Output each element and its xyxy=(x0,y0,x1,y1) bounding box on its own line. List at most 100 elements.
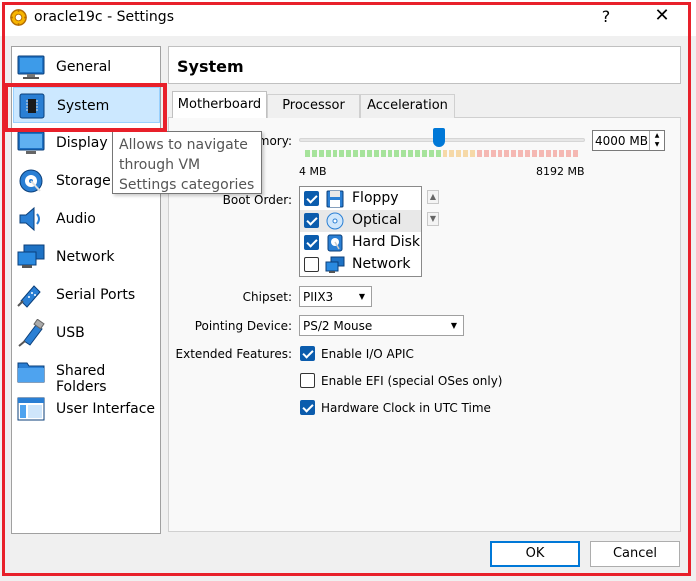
audio-icon xyxy=(19,206,40,232)
sidebar-item-label: System xyxy=(57,98,110,114)
category-tooltip: Allows to navigate through VM Settings c… xyxy=(112,131,262,194)
memory-scale-segment xyxy=(394,150,400,157)
window-title: oracle19c - Settings xyxy=(34,9,174,25)
memory-scale-segment xyxy=(552,150,558,157)
memory-scale-segment xyxy=(421,150,427,157)
memory-scale-segment xyxy=(380,150,386,157)
hard-disk-icon xyxy=(327,234,343,252)
display-icon xyxy=(17,131,45,154)
storage-icon xyxy=(19,169,43,193)
memory-scale-segment xyxy=(497,150,503,157)
network-icon xyxy=(325,256,345,273)
memory-scale-segment xyxy=(318,150,324,157)
enable-io-apic-checkbox[interactable] xyxy=(300,346,315,361)
boot-item-checkbox[interactable] xyxy=(304,213,319,228)
memory-scale-segment xyxy=(511,150,517,157)
memory-scale-segment xyxy=(401,150,407,157)
memory-scale-segment xyxy=(538,150,544,157)
chipset-label: Chipset: xyxy=(242,290,292,304)
tab-processor[interactable]: Processor xyxy=(267,94,360,118)
memory-scale-segment xyxy=(470,150,475,157)
sidebar-item-label: Serial Ports xyxy=(56,287,136,303)
sidebar-item-label: Storage xyxy=(56,173,111,189)
sidebar-item-user-interface[interactable]: User Interface xyxy=(13,391,160,427)
ok-button[interactable]: OK xyxy=(490,541,580,567)
close-button[interactable]: ✕ xyxy=(652,5,672,26)
spin-down-icon[interactable]: ▼ xyxy=(650,140,664,149)
hardware-clock-utc-checkbox[interactable] xyxy=(300,400,315,415)
settings-category-list[interactable]: General System Display Storage Audio Net… xyxy=(11,46,161,534)
sidebar-item-label: Display xyxy=(56,135,108,151)
move-down-button[interactable]: ▼ xyxy=(427,212,439,226)
optical-disc-icon xyxy=(326,212,344,230)
spin-up-icon[interactable]: ▲ xyxy=(650,131,664,140)
pointing-device-label: Pointing Device: xyxy=(194,319,292,333)
memory-scale-segment xyxy=(373,150,379,157)
boot-item-checkbox[interactable] xyxy=(304,257,319,272)
virtualbox-app-icon xyxy=(9,8,28,27)
memory-scale-segment xyxy=(366,150,372,157)
sidebar-item-usb[interactable]: USB xyxy=(13,315,160,351)
sidebar-item-network[interactable]: Network xyxy=(13,239,160,275)
chevron-down-icon: ▼ xyxy=(358,292,365,301)
boot-item-label: Optical xyxy=(352,212,402,228)
title-bar: oracle19c - Settings ? ✕ xyxy=(0,0,696,36)
tab-acceleration[interactable]: Acceleration xyxy=(360,94,455,118)
tab-motherboard[interactable]: Motherboard xyxy=(172,91,267,118)
memory-slider-handle[interactable] xyxy=(433,128,445,147)
enable-io-apic-label[interactable]: Enable I/O APIC xyxy=(321,347,414,361)
system-icon xyxy=(19,93,45,119)
sidebar-item-general[interactable]: General xyxy=(13,49,160,85)
boot-item-network[interactable]: Network xyxy=(300,254,421,276)
memory-slider-scale xyxy=(305,150,580,157)
memory-scale-segment xyxy=(573,150,578,157)
chipset-value: PIIX3 xyxy=(303,290,334,304)
cancel-button[interactable]: Cancel xyxy=(590,541,680,567)
pointing-device-select[interactable]: PS/2 Mouse ▼ xyxy=(299,315,464,336)
boot-item-optical[interactable]: Optical xyxy=(300,210,421,232)
settings-window: oracle19c - Settings ? ✕ General System xyxy=(0,0,696,581)
sidebar-item-audio[interactable]: Audio xyxy=(13,201,160,237)
memory-scale-segment xyxy=(353,150,358,157)
memory-scale-segment xyxy=(545,150,551,157)
enable-efi-label[interactable]: Enable EFI (special OSes only) xyxy=(321,374,502,388)
page-title: System xyxy=(177,57,244,76)
memory-spinbox[interactable]: 4000 MB ▲ ▼ xyxy=(592,130,665,151)
memory-scale-segment xyxy=(339,150,345,157)
sidebar-item-serial-ports[interactable]: Serial Ports xyxy=(13,277,160,313)
boot-item-label: Floppy xyxy=(352,190,399,206)
memory-scale-segment xyxy=(449,150,455,157)
memory-spin-buttons: ▲ ▼ xyxy=(649,131,664,150)
boot-item-checkbox[interactable] xyxy=(304,191,319,206)
extended-features-label: Extended Features: xyxy=(175,347,292,361)
memory-scale-segment xyxy=(504,150,510,157)
memory-scale-segment xyxy=(305,150,310,157)
general-icon xyxy=(17,55,45,79)
boot-item-checkbox[interactable] xyxy=(304,235,319,250)
enable-efi-checkbox[interactable] xyxy=(300,373,315,388)
boot-item-floppy[interactable]: Floppy xyxy=(300,188,421,210)
network-icon xyxy=(17,244,45,268)
hardware-clock-utc-label[interactable]: Hardware Clock in UTC Time xyxy=(321,401,491,415)
move-up-button[interactable]: ▲ xyxy=(427,190,439,204)
sidebar-item-shared-folders[interactable]: Shared Folders xyxy=(13,353,160,395)
memory-scale-segment xyxy=(325,150,331,157)
memory-scale-segment xyxy=(456,150,462,157)
help-button[interactable]: ? xyxy=(598,7,614,26)
sidebar-item-label: Network xyxy=(56,249,115,265)
boot-order-list[interactable]: Floppy Optical Hard Disk Network xyxy=(299,186,422,277)
sidebar-item-label: General xyxy=(56,59,112,75)
sidebar-item-system[interactable]: System xyxy=(13,87,160,123)
memory-scale-segment xyxy=(332,150,338,157)
usb-icon xyxy=(18,319,45,347)
serial-ports-icon xyxy=(17,285,41,308)
chevron-down-icon: ▼ xyxy=(450,321,457,330)
memory-scale-segment xyxy=(566,150,572,157)
memory-scale-segment xyxy=(476,150,482,157)
boot-item-hard-disk[interactable]: Hard Disk xyxy=(300,232,421,254)
chipset-select[interactable]: PIIX3 ▼ xyxy=(299,286,372,307)
sidebar-item-label: Audio xyxy=(56,211,96,227)
boot-item-label: Network xyxy=(352,256,411,272)
shared-folders-icon xyxy=(17,362,45,383)
memory-min-label: 4 MB xyxy=(299,165,327,178)
